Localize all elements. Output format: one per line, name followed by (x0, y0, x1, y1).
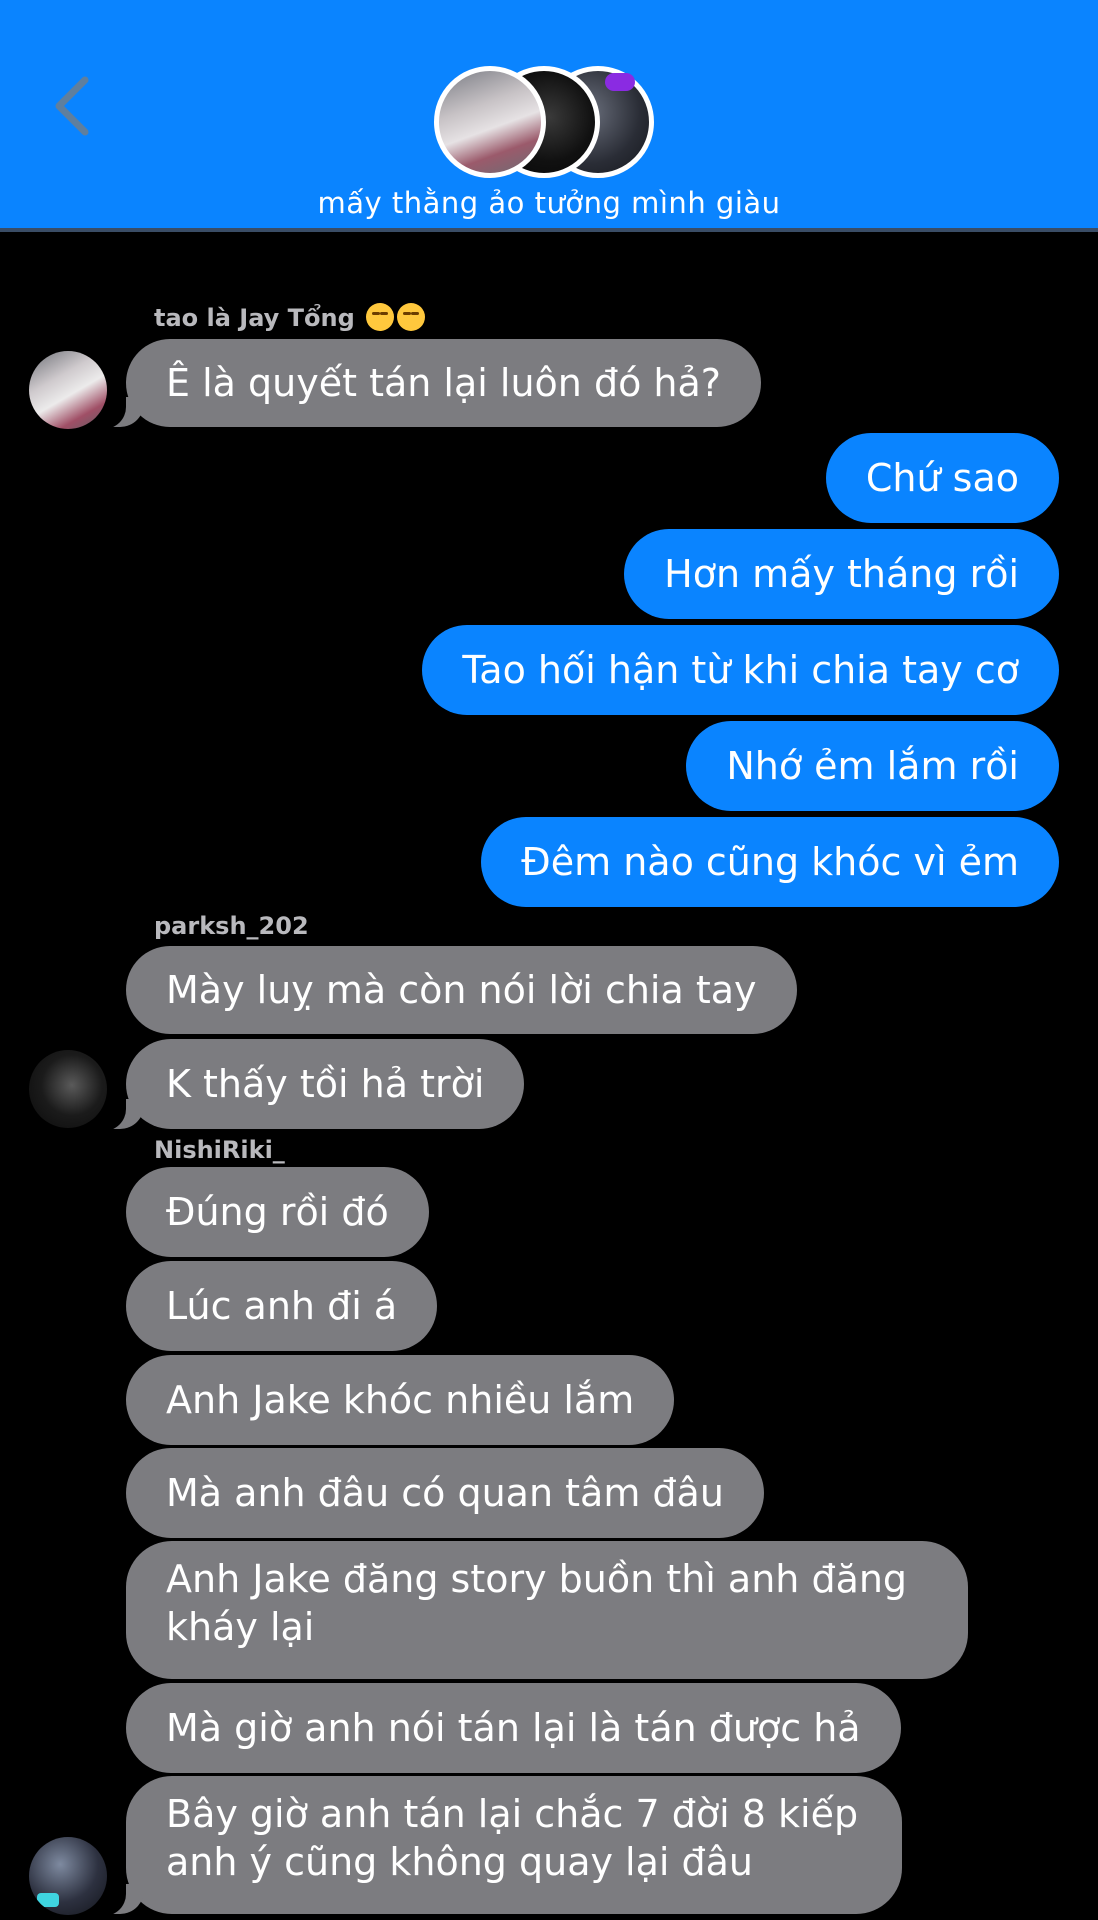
message-bubble-incoming[interactable]: Mà giờ anh nói tán lại là tán được hả (126, 1683, 901, 1773)
message-bubble-outgoing[interactable]: Tao hối hận từ khi chia tay cơ (422, 625, 1059, 715)
message-bubble-incoming[interactable]: Đúng rồi đó (126, 1167, 429, 1257)
message-bubble-incoming[interactable]: K thấy tồi hả trời (83, 1039, 525, 1131)
group-avatar-stack[interactable] (434, 66, 654, 178)
message-bubble-incoming[interactable]: Mà anh đâu có quan tâm đâu (126, 1448, 764, 1538)
message-bubble-incoming[interactable]: Anh Jake khóc nhiều lắm (126, 1355, 675, 1445)
message-bubble-incoming[interactable]: Anh Jake đăng story buồn thì anh đăng kh… (126, 1541, 968, 1679)
message-bubble-incoming[interactable]: Mày luỵ mà còn nói lời chia tay (126, 946, 797, 1034)
group-member-avatar (434, 66, 546, 178)
avatar[interactable] (29, 1837, 107, 1915)
smirk-emoji-icon (397, 303, 426, 331)
message-bubble-outgoing[interactable]: Nhớ ẻm lắm rồi (686, 721, 1059, 811)
chevron-left-icon (55, 76, 89, 136)
message-bubble-incoming[interactable]: Lúc anh đi á (126, 1261, 438, 1351)
avatar[interactable] (29, 351, 107, 429)
message-bubble-outgoing[interactable]: Hơn mấy tháng rồi (624, 529, 1059, 619)
group-name[interactable]: mấy thằng ảo tưởng mình giàu (0, 186, 1098, 220)
sender-name: NishiRiki_ (154, 1136, 285, 1164)
back-button[interactable] (36, 68, 106, 144)
sender-name: tao là Jay Tổng (154, 303, 426, 332)
smirk-emoji-icon (366, 303, 395, 331)
message-bubble-outgoing[interactable]: Chứ sao (825, 433, 1059, 523)
sender-name: parksh_202 (154, 912, 309, 940)
chat-header: mấy thằng ảo tưởng mình giàu (0, 0, 1098, 232)
message-bubble-outgoing[interactable]: Đêm nào cũng khóc vì ẻm (481, 817, 1059, 907)
message-bubble-incoming[interactable]: Ê là quyết tán lại luôn đó hả? (84, 339, 761, 429)
message-bubble-incoming[interactable]: Bây giờ anh tán lại chắc 7 đời 8 kiếp an… (84, 1776, 902, 1916)
avatar[interactable] (29, 1050, 107, 1128)
